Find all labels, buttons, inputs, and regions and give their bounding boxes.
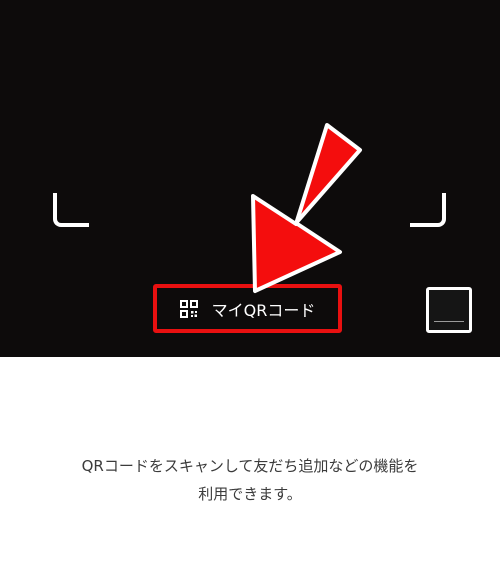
my-qr-code-button[interactable]: マイQRコード bbox=[153, 284, 342, 333]
description-line-1: QRコードをスキャンして友だち追加などの機能を bbox=[81, 457, 419, 475]
scan-frame-corner-bottom-right bbox=[410, 193, 446, 227]
my-qr-code-label: マイQRコード bbox=[211, 300, 316, 320]
description-line-2: 利用できます。 bbox=[198, 485, 302, 503]
thumbnail-preview-line bbox=[434, 321, 464, 322]
camera-viewfinder: マイQRコード bbox=[0, 0, 500, 357]
gallery-thumbnail-button[interactable] bbox=[426, 287, 472, 333]
scanner-description: QRコードをスキャンして友だち追加などの機能を 利用できます。 bbox=[0, 452, 500, 508]
scan-frame-corner-bottom-left bbox=[53, 193, 89, 227]
qr-code-icon bbox=[179, 299, 198, 318]
